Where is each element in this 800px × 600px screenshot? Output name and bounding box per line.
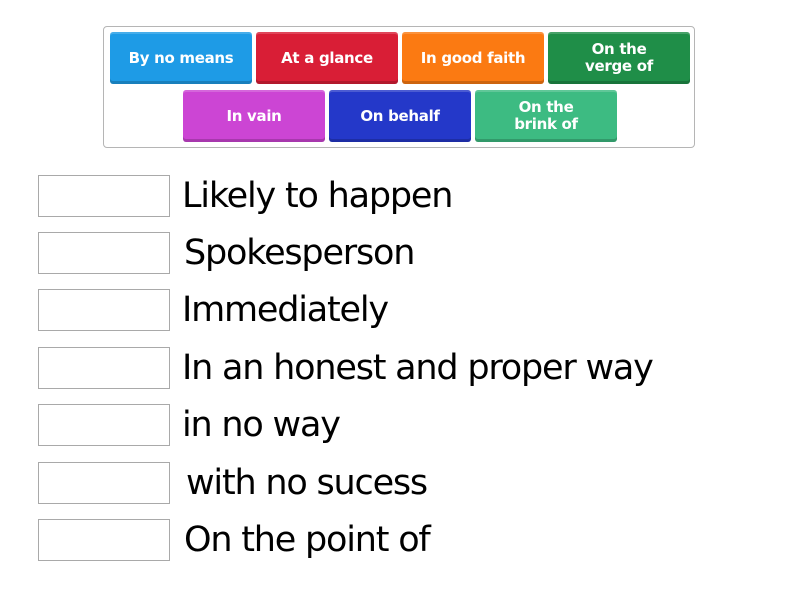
answer-slot[interactable]: [38, 232, 170, 274]
tile-on-behalf[interactable]: On behalf: [329, 90, 471, 142]
word-bank: By no means At a glance In good faith On…: [103, 26, 695, 148]
clue-text: Likely to happen: [182, 176, 453, 216]
clue-row: with no sucess: [38, 461, 428, 505]
tile-by-no-means[interactable]: By no means: [110, 32, 252, 84]
clue-text: with no sucess: [186, 463, 428, 503]
answer-slot[interactable]: [38, 289, 170, 331]
tile-in-good-faith[interactable]: In good faith: [402, 32, 544, 84]
answer-slot[interactable]: [38, 175, 170, 217]
clue-row: In an honest and proper way: [38, 346, 654, 390]
clue-text: Spokesperson: [184, 233, 415, 273]
tile-at-a-glance[interactable]: At a glance: [256, 32, 398, 84]
clue-row: Immediately: [38, 288, 389, 332]
clue-row: Spokesperson: [38, 231, 415, 275]
clue-row: Likely to happen: [38, 174, 453, 218]
tile-on-the-brink-of[interactable]: On the brink of: [475, 90, 617, 142]
clue-text: Immediately: [182, 290, 389, 330]
clue-text: In an honest and proper way: [182, 348, 654, 388]
answer-slot[interactable]: [38, 462, 170, 504]
clue-row: On the point of: [38, 518, 431, 562]
answer-slot[interactable]: [38, 519, 170, 561]
answer-slot[interactable]: [38, 347, 170, 389]
clue-row: in no way: [38, 403, 341, 447]
answer-slot[interactable]: [38, 404, 170, 446]
tile-on-the-verge-of[interactable]: On the verge of: [548, 32, 690, 84]
clue-text: in no way: [182, 405, 341, 445]
tile-in-vain[interactable]: In vain: [183, 90, 325, 142]
clue-text: On the point of: [184, 520, 431, 560]
